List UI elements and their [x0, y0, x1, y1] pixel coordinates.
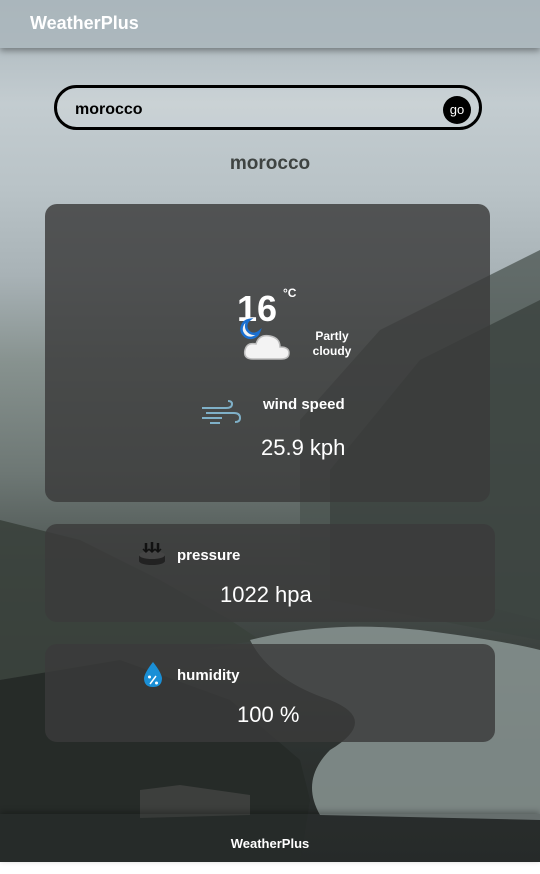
current-weather-card: 16 °C Partly cloudy wind speed 25.9 kph	[45, 204, 490, 502]
pressure-icon	[137, 541, 167, 572]
pressure-label: pressure	[177, 547, 241, 564]
humidity-label: humidity	[177, 667, 240, 684]
search-bar: go	[54, 85, 482, 130]
go-button[interactable]: go	[443, 96, 471, 124]
pressure-card: pressure 1022 hpa	[45, 524, 495, 622]
wind-speed-value: 25.9 kph	[261, 435, 346, 460]
humidity-value: 100 %	[237, 702, 300, 727]
partly-cloudy-night-icon	[235, 316, 301, 367]
location-title: morocco	[229, 153, 311, 174]
wind-speed-label: wind speed	[263, 396, 345, 413]
app-header: WeatherPlus	[0, 0, 540, 48]
wind-icon	[200, 400, 242, 431]
pressure-value: 1022 hpa	[220, 582, 312, 607]
search-input[interactable]	[73, 98, 427, 122]
condition-text: Partly cloudy	[312, 329, 352, 358]
footer-brand: WeatherPlus	[230, 836, 310, 851]
brand-logo-text[interactable]: WeatherPlus	[30, 13, 139, 34]
temperature-unit: °C	[283, 286, 297, 300]
humidity-card: humidity 100 %	[45, 644, 495, 742]
humidity-drop-icon	[142, 661, 164, 694]
app-footer: WeatherPlus	[0, 814, 540, 862]
